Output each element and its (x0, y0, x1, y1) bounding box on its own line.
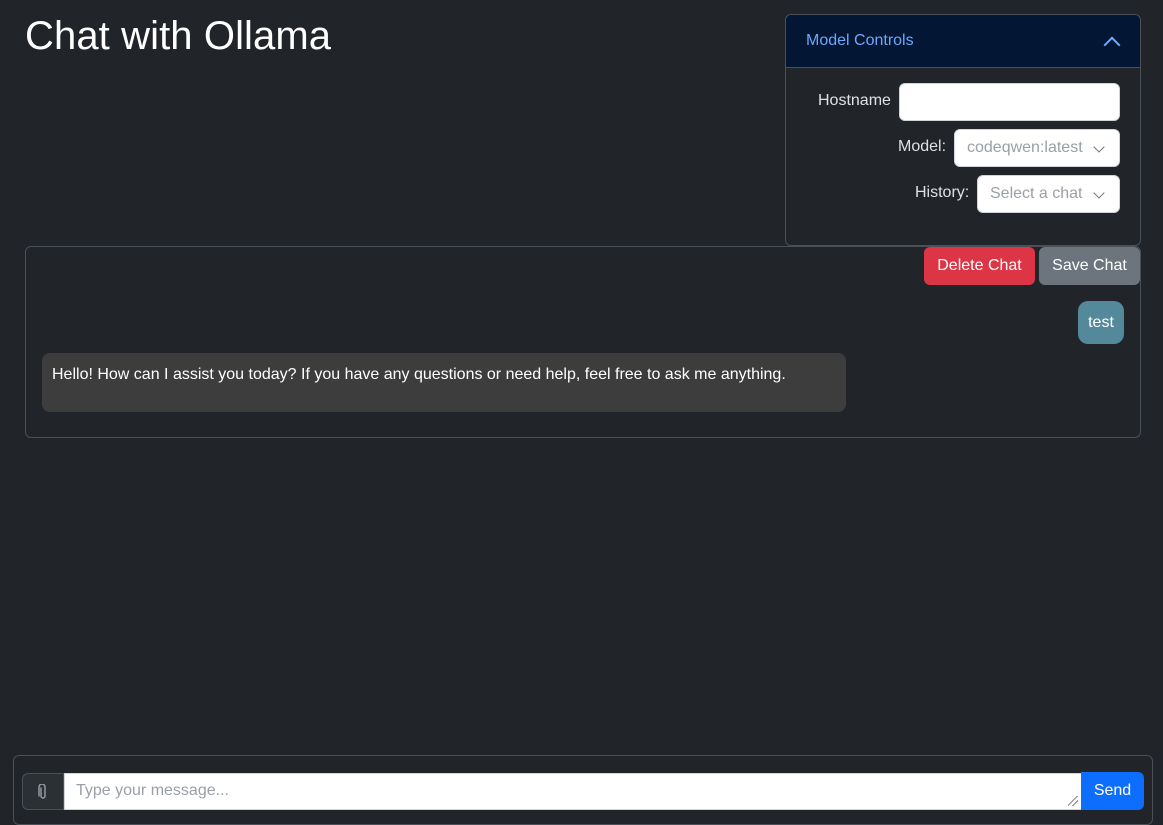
chevron-down-icon (1093, 141, 1105, 153)
chevron-up-icon (1103, 36, 1121, 54)
paperclip-icon (38, 783, 46, 799)
delete-chat-button[interactable]: Delete Chat (924, 247, 1035, 285)
user-message: test (1078, 301, 1124, 344)
model-select-value: codeqwen:latest (967, 139, 1083, 156)
history-label: History: (915, 184, 970, 201)
model-controls-title: Model Controls (806, 32, 914, 49)
page-title: Chat with Ollama (25, 14, 332, 58)
resize-grip-icon[interactable] (1068, 796, 1078, 806)
history-select-value: Select a chat (990, 185, 1083, 202)
hostname-label: Hostname (818, 92, 891, 109)
history-select[interactable]: Select a chat (977, 175, 1120, 213)
chevron-down-icon (1093, 187, 1105, 199)
assistant-message: Hello! How can I assist you today? If yo… (42, 353, 846, 412)
save-chat-button[interactable]: Save Chat (1039, 247, 1140, 285)
message-input[interactable] (64, 773, 1082, 810)
model-controls-toggle[interactable]: Model Controls (786, 15, 1140, 68)
attach-file-button[interactable] (22, 773, 64, 810)
send-button[interactable]: Send (1081, 772, 1144, 810)
model-label: Model: (898, 138, 947, 155)
hostname-input[interactable] (899, 83, 1120, 121)
model-select[interactable]: codeqwen:latest (954, 129, 1120, 167)
